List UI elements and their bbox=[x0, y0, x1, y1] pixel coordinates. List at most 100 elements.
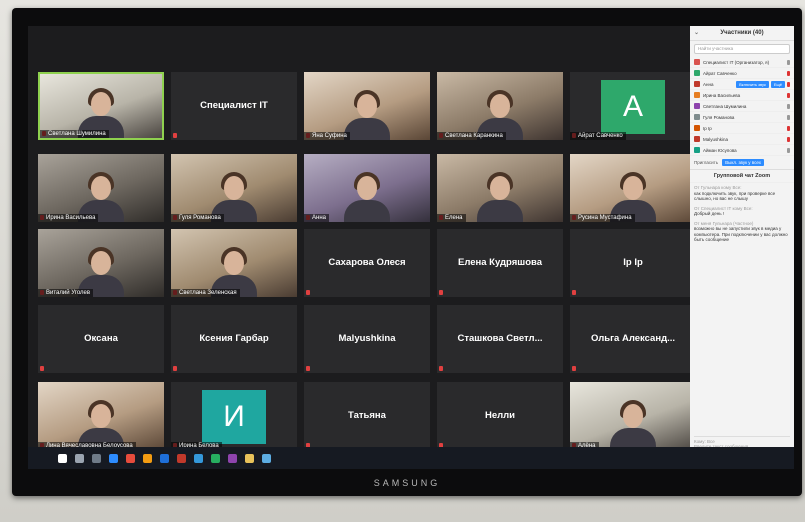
participant-name-tag: Яна Суфина bbox=[304, 132, 350, 140]
participant-row[interactable]: Malyushkina bbox=[690, 134, 794, 145]
participant-list-avatar bbox=[694, 103, 700, 109]
participant-name-tag: Виталий Уголев bbox=[38, 289, 94, 297]
participant-name-label: Елена Кудряшова bbox=[457, 257, 542, 268]
zoom-meeting-icon[interactable] bbox=[262, 453, 271, 463]
start-icon[interactable] bbox=[58, 453, 67, 463]
muted-mic-icon[interactable] bbox=[787, 81, 790, 87]
video-tile[interactable]: Алёна bbox=[570, 382, 696, 450]
participant-name-tag: Ирина Васильева bbox=[38, 214, 99, 222]
chat-messages: От Гульнара кому Все: как подключить звук… bbox=[690, 183, 794, 245]
invite-button[interactable]: Пригласить bbox=[694, 160, 718, 165]
video-tile[interactable]: Яна Суфина bbox=[304, 72, 430, 140]
video-tile[interactable]: Анна bbox=[304, 154, 430, 222]
participant-name-tag: Гуля Романова bbox=[171, 214, 224, 222]
mute-all-button[interactable]: Выкл. звук у всех bbox=[722, 159, 765, 166]
video-tile[interactable]: Ольга Александ... bbox=[570, 305, 696, 373]
participant-list-avatar bbox=[694, 125, 700, 131]
task-view-icon[interactable] bbox=[92, 453, 101, 463]
chevron-down-icon[interactable]: ⌄ bbox=[694, 29, 699, 36]
mic-icon[interactable] bbox=[787, 147, 790, 153]
video-tile[interactable]: Malyushkina bbox=[304, 305, 430, 373]
video-tile[interactable]: Ксения Гарбар bbox=[171, 305, 297, 373]
mic-icon[interactable] bbox=[787, 114, 790, 120]
participant-row[interactable]: Ирина Васильева bbox=[690, 90, 794, 101]
participant-list-avatar bbox=[694, 136, 700, 142]
video-tile[interactable]: Виталий Уголев bbox=[38, 229, 164, 297]
muted-mic-icon[interactable] bbox=[787, 70, 790, 76]
video-tile[interactable]: Светлана Каранкина bbox=[437, 72, 563, 140]
participant-row[interactable]: Ip Ip bbox=[690, 123, 794, 134]
video-tile[interactable]: Лина Вячеславовна Белоусова bbox=[38, 382, 164, 450]
app-icon[interactable] bbox=[126, 453, 135, 463]
more-button[interactable]: Ещё bbox=[770, 80, 785, 88]
video-tile[interactable]: Оксана bbox=[38, 305, 164, 373]
video-tile[interactable]: Ирина Васильева bbox=[38, 154, 164, 222]
participant-name-tag: Светлана Каранкина bbox=[437, 132, 506, 140]
word-icon[interactable] bbox=[160, 453, 169, 463]
participant-name-tag: Светлана Шумилина bbox=[40, 130, 109, 138]
zoom-icon[interactable] bbox=[109, 453, 118, 463]
video-gallery: Светлана Шумилина Специалист IT Яна Суфина… bbox=[28, 26, 696, 450]
participant-name-label: Ксения Гарбар bbox=[199, 333, 269, 344]
video-tile[interactable]: Ip Ip bbox=[570, 229, 696, 297]
video-tile[interactable]: Русина Мустафина bbox=[570, 154, 696, 222]
muted-mic-icon bbox=[439, 366, 443, 371]
participant-row[interactable]: Айман Юсупова bbox=[690, 145, 794, 156]
unmute-button[interactable]: Включить звук bbox=[736, 80, 769, 88]
participant-name-label: Ольга Александ... bbox=[590, 333, 676, 344]
muted-mic-icon bbox=[572, 366, 576, 371]
participant-row[interactable]: Светлана Шумилина bbox=[690, 101, 794, 112]
participant-avatar: A bbox=[601, 80, 665, 134]
pdf-icon[interactable] bbox=[177, 453, 186, 463]
video-tile[interactable]: Светлана Зеленская bbox=[171, 229, 297, 297]
paint-icon[interactable] bbox=[194, 453, 203, 463]
participant-list: Специалист IT (Организатор, я) Айрат Савч… bbox=[690, 57, 794, 156]
participant-row[interactable]: Анна Включить звук Ещё bbox=[690, 79, 794, 90]
video-tile[interactable]: Елена bbox=[437, 154, 563, 222]
participant-name-label: Нелли bbox=[484, 410, 516, 421]
viber-icon[interactable] bbox=[228, 453, 237, 463]
firefox-icon[interactable] bbox=[143, 453, 152, 463]
chat-title: Групповой чат Zoom bbox=[690, 170, 794, 183]
folder-icon[interactable] bbox=[245, 453, 254, 463]
participant-video bbox=[344, 172, 390, 222]
muted-mic-icon[interactable] bbox=[787, 136, 790, 142]
chat-message: От Специалист IT кому Все: Добрый день ! bbox=[690, 204, 794, 219]
participant-avatar: И bbox=[202, 390, 266, 444]
chrome-icon[interactable] bbox=[211, 453, 220, 463]
mic-icon[interactable] bbox=[787, 103, 790, 109]
video-tile[interactable]: Гуля Романова bbox=[171, 154, 297, 222]
participant-name-label: Оксана bbox=[84, 333, 118, 344]
mic-icon[interactable] bbox=[787, 59, 790, 65]
participant-row[interactable]: Специалист IT (Организатор, я) bbox=[690, 57, 794, 68]
screen: Светлана Шумилина Специалист IT Яна Суфина… bbox=[28, 26, 794, 469]
participant-search-input[interactable]: Найти участника bbox=[694, 44, 790, 54]
muted-mic-icon[interactable] bbox=[787, 92, 790, 98]
video-tile[interactable]: Сташкова Светл... bbox=[437, 305, 563, 373]
participant-list-name: Ирина Васильева bbox=[703, 92, 741, 98]
video-tile[interactable]: Татьяна bbox=[304, 382, 430, 450]
participant-name-label: Специалист IT bbox=[200, 100, 268, 111]
monitor-brand: SAMSUNG bbox=[373, 478, 441, 488]
participant-name-label: Татьяна bbox=[348, 410, 386, 421]
video-tile[interactable]: Елена Кудряшова bbox=[437, 229, 563, 297]
taskbar bbox=[28, 447, 794, 469]
participant-list-name: Айрат Савченко bbox=[703, 70, 737, 76]
participant-list-name: Malyushkina bbox=[703, 136, 729, 142]
participant-row[interactable]: Гуля Романова bbox=[690, 112, 794, 123]
video-tile[interactable]: И Ирина Белова bbox=[171, 382, 297, 450]
participant-name-label: Ip Ip bbox=[623, 257, 643, 268]
video-tile[interactable]: Сахарова Олеся bbox=[304, 229, 430, 297]
participant-list-avatar bbox=[694, 70, 700, 76]
participant-row[interactable]: Айрат Савченко bbox=[690, 68, 794, 79]
video-tile[interactable]: Нелли bbox=[437, 382, 563, 450]
participant-list-name: Ip Ip bbox=[703, 125, 712, 131]
search-icon[interactable] bbox=[75, 453, 84, 463]
video-tile[interactable]: A Айрат Савченко bbox=[570, 72, 696, 140]
video-tile[interactable]: Специалист IT bbox=[171, 72, 297, 140]
muted-mic-icon bbox=[439, 290, 443, 295]
side-panel: ⌄ Участники (40) Найти участника Специал… bbox=[690, 26, 794, 469]
video-tile[interactable]: Светлана Шумилина bbox=[38, 72, 164, 140]
participant-name-tag: Светлана Зеленская bbox=[171, 289, 240, 297]
muted-mic-icon[interactable] bbox=[787, 125, 790, 131]
